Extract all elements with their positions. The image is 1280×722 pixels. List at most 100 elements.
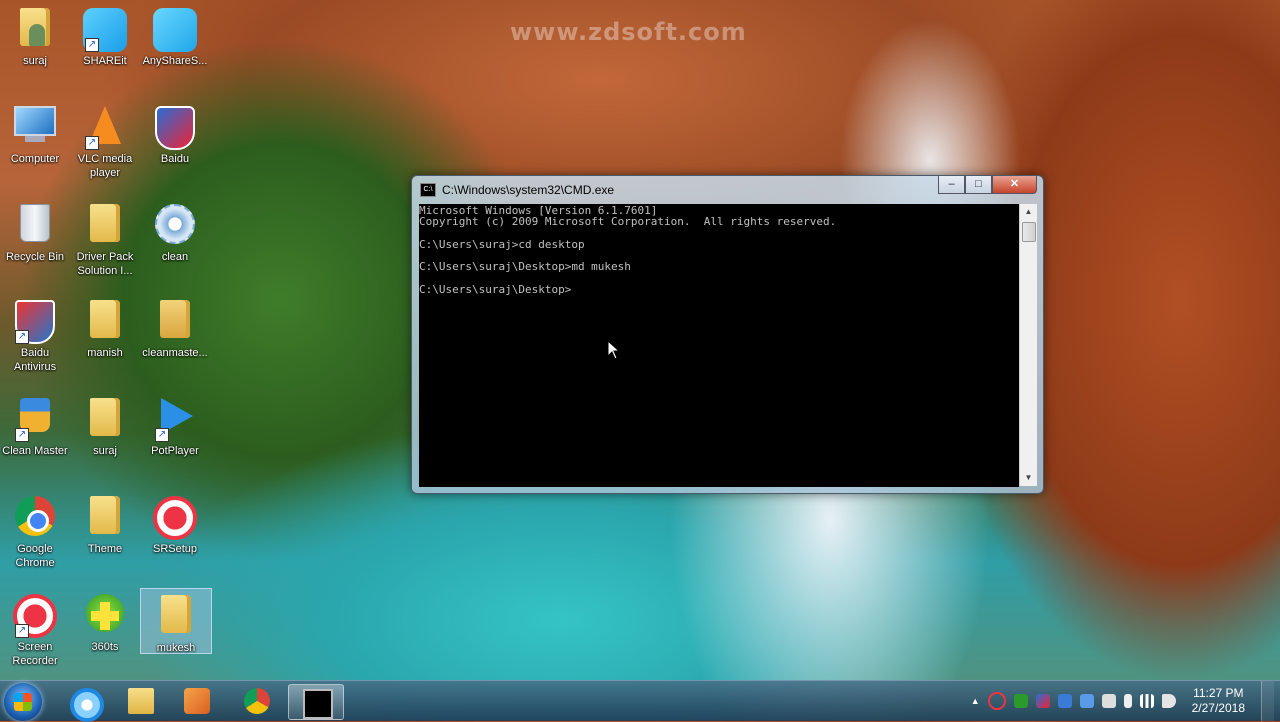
action-center-icon[interactable]	[1101, 694, 1116, 708]
broom-icon: ↗	[13, 398, 57, 442]
desktop-icon-vlc[interactable]: ↗ VLC media player	[70, 100, 140, 180]
installer-icon	[153, 300, 197, 344]
cloud-tray-icon[interactable]	[1079, 694, 1094, 708]
wallpaper-watermark: www.zdsoft.com	[510, 18, 747, 46]
folder-icon	[83, 398, 127, 442]
scroll-down-icon[interactable]: ▼	[1020, 470, 1037, 486]
desktop-icon-manish[interactable]: manish	[70, 294, 140, 360]
desktop-icon-label: suraj	[93, 445, 117, 457]
play-icon: ↗	[153, 398, 197, 442]
folder-icon	[154, 595, 198, 639]
maximize-button[interactable]: □	[965, 176, 992, 194]
desktop-icon-label: Baidu	[160, 153, 190, 165]
scroll-up-icon[interactable]: ▲	[1020, 204, 1037, 220]
desktop-icon-label: SHAREit	[83, 55, 127, 67]
plus-shield-icon	[83, 594, 127, 638]
folder-icon	[83, 300, 127, 344]
desktop-icon-google-chrome[interactable]: Google Chrome	[0, 490, 70, 570]
windows-logo-icon	[14, 693, 32, 711]
desktop-icon-label: Baidu Antivirus	[13, 347, 57, 373]
mouse-cursor-icon	[607, 340, 621, 360]
media-player-icon	[184, 688, 210, 714]
cmd-title-text: C:\Windows\system32\CMD.exe	[442, 183, 615, 197]
desktop-icon-label: clean	[161, 251, 189, 263]
shield-icon: ↗	[13, 300, 57, 344]
desktop-icon-mukesh[interactable]: mukesh	[140, 588, 212, 654]
show-hidden-icons-button[interactable]: ▲	[971, 696, 980, 706]
user-folder-icon	[13, 8, 57, 52]
desktop-icon-label: AnyShareS...	[142, 55, 208, 67]
desktop-icon-anyshare[interactable]: AnyShareS...	[140, 2, 210, 68]
gear-icon	[153, 204, 197, 248]
vertical-scrollbar[interactable]: ▲ ▼	[1019, 204, 1037, 486]
record-icon: ↗	[13, 594, 57, 638]
record-tray-icon[interactable]	[987, 692, 1006, 710]
desktop-icon-baidu[interactable]: Baidu	[140, 100, 210, 166]
desktop-icon-clean-master[interactable]: ↗ Clean Master	[0, 392, 70, 458]
desktop-icon-cleanmaster-folder[interactable]: cleanmaste...	[140, 294, 210, 360]
desktop-icon-label: Driver Pack Solution I...	[76, 251, 134, 277]
desktop-icon-recycle-bin[interactable]: Recycle Bin	[0, 198, 70, 264]
console-output[interactable]: Microsoft Windows [Version 6.1.7601] Cop…	[419, 204, 1019, 487]
desktop-icon-label: mukesh	[156, 642, 196, 654]
desktop-icon-baidu-antivirus[interactable]: ↗ Baidu Antivirus	[0, 294, 70, 374]
desktop-icon-driver-pack[interactable]: Driver Pack Solution I...	[70, 198, 140, 278]
desktop-icon-screen-recorder[interactable]: ↗ Screen Recorder	[0, 588, 70, 668]
system-tray: ▲ 11:27 PM 2/27/2018	[971, 681, 1280, 721]
desktop-icon-label: 360ts	[91, 641, 119, 653]
cmd-app-icon: C:\	[420, 183, 436, 197]
desktop-icon-label: suraj	[23, 55, 47, 67]
traffic-cone-icon: ↗	[83, 106, 127, 150]
shareit-icon: ↗	[83, 8, 127, 52]
cmd-window[interactable]: C:\ C:\Windows\system32\CMD.exe – □ ✕ Mi…	[411, 175, 1044, 494]
scroll-thumb[interactable]	[1022, 222, 1036, 242]
command-prompt-icon	[303, 689, 333, 719]
shield-icon	[153, 106, 197, 150]
desktop-icon-label: Clean Master	[2, 445, 68, 457]
folder-icon	[83, 496, 127, 540]
desktop-icon-label: Theme	[87, 543, 123, 555]
taskbar-media-player[interactable]	[170, 684, 224, 718]
desktop-icon-srsetup[interactable]: SRSetup	[140, 490, 210, 556]
desktop-icon-360ts[interactable]: 360ts	[70, 588, 140, 654]
desktop-icon-clean[interactable]: clean	[140, 198, 210, 264]
chrome-icon	[244, 688, 270, 714]
folder-icon	[83, 204, 127, 248]
window-controls: – □ ✕	[938, 176, 1037, 194]
desktop-icon-computer[interactable]: Computer	[0, 100, 70, 166]
clock[interactable]: 11:27 PM 2/27/2018	[1184, 686, 1253, 716]
desktop-icon-label: manish	[87, 347, 123, 359]
battery-icon[interactable]	[1123, 694, 1132, 708]
desktop-icon-potplayer[interactable]: ↗ PotPlayer	[140, 392, 210, 458]
desktop-icon-label: VLC media player	[77, 153, 133, 179]
show-desktop-button[interactable]	[1261, 681, 1274, 721]
desktop-icon-suraj-user[interactable]: suraj	[0, 2, 70, 68]
start-button[interactable]	[4, 683, 42, 721]
green-tray-icon[interactable]	[1013, 694, 1028, 708]
shield-tray-icon[interactable]	[1035, 694, 1050, 708]
internet-explorer-icon	[70, 688, 104, 722]
anyshare-icon	[153, 8, 197, 52]
desktop-icon-shareit[interactable]: ↗ SHAREit	[70, 2, 140, 68]
desktop-icon-theme[interactable]: Theme	[70, 490, 140, 556]
network-signal-icon[interactable]	[1139, 694, 1154, 708]
taskbar-internet-explorer[interactable]	[56, 684, 110, 722]
desktop-icon-label: cleanmaste...	[142, 347, 208, 359]
taskbar: ▲ 11:27 PM 2/27/2018	[0, 680, 1280, 722]
chrome-icon	[13, 496, 57, 540]
recycle-bin-icon	[13, 204, 57, 248]
close-button[interactable]: ✕	[992, 176, 1037, 194]
clock-time: 11:27 PM	[1193, 686, 1244, 700]
folder-icon	[128, 688, 154, 714]
taskbar-command-prompt[interactable]	[288, 684, 344, 720]
flag-tray-icon[interactable]	[1057, 694, 1072, 708]
minimize-button[interactable]: –	[938, 176, 965, 194]
record-icon	[153, 496, 197, 540]
desktop-icon-label: Computer	[10, 153, 60, 165]
taskbar-file-explorer[interactable]	[114, 684, 168, 718]
cmd-titlebar[interactable]: C:\ C:\Windows\system32\CMD.exe	[420, 180, 614, 200]
desktop-icon-suraj-folder[interactable]: suraj	[70, 392, 140, 458]
computer-icon	[13, 106, 57, 150]
taskbar-google-chrome[interactable]	[230, 684, 284, 718]
volume-icon[interactable]	[1161, 694, 1176, 708]
